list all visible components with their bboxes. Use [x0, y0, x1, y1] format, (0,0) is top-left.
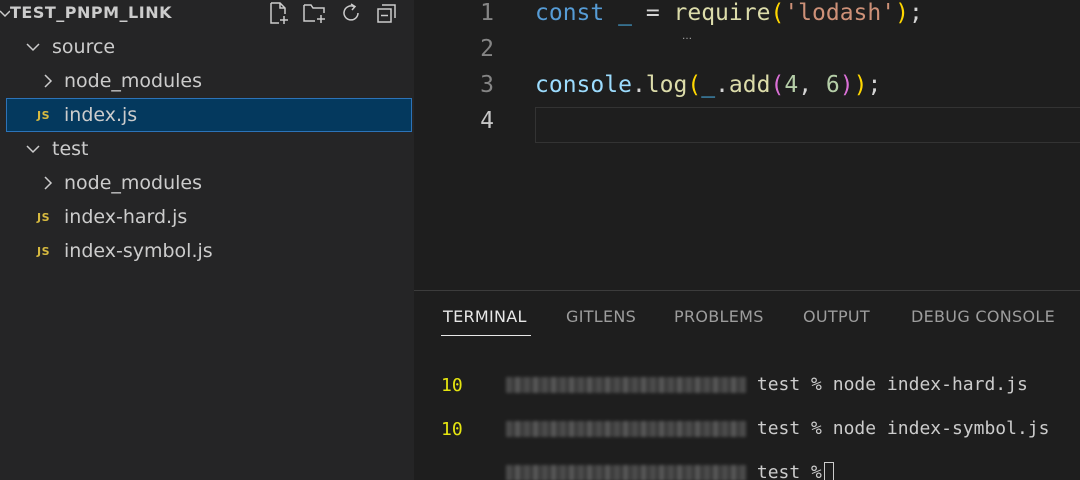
tree-file-index-symbol-js[interactable]: JS index-symbol.js: [0, 234, 414, 268]
explorer-title: TEST_PNPM_LINK: [10, 3, 172, 22]
code-token: log: [645, 72, 688, 98]
line-number: 1: [480, 0, 494, 26]
terminal-line: test % node index-symbol.js: [441, 397, 1049, 439]
redacted-prompt: [506, 465, 747, 480]
refresh-icon[interactable]: [338, 0, 364, 26]
code-token: _: [618, 0, 632, 26]
prompt: test %: [756, 374, 822, 395]
code-token: 4: [784, 72, 799, 98]
tree-file-index-js[interactable]: JS index.js: [6, 98, 412, 132]
line-number: 2: [480, 36, 494, 62]
terminal-output: 10: [441, 419, 463, 440]
tab-terminal[interactable]: TERMINAL: [443, 307, 527, 326]
tree-folder-node-modules[interactable]: node_modules: [0, 64, 414, 98]
code-line-3[interactable]: 3 console.log(_.add(4, 6));: [414, 72, 1080, 108]
new-file-icon[interactable]: [266, 0, 292, 26]
terminal[interactable]: test % node index-hard.js 10 test % node…: [414, 341, 1080, 480]
chevron-right-icon[interactable]: [41, 74, 55, 88]
code-line-4[interactable]: 4: [414, 108, 1080, 144]
js-file-icon: JS: [37, 108, 51, 122]
command: node index-symbol.js: [821, 418, 1050, 439]
tab-output[interactable]: OUTPUT: [803, 307, 870, 326]
code-token: ): [895, 0, 909, 26]
tree-folder-source[interactable]: source: [0, 30, 414, 64]
code-token: ,: [798, 72, 826, 98]
prompt: test %: [756, 418, 822, 439]
redacted-prompt: [506, 421, 747, 437]
file-tree: source node_modules JS index.js test nod…: [0, 30, 414, 268]
chevron-right-icon[interactable]: [41, 176, 55, 190]
code-token: ): [839, 72, 854, 98]
code-token: 6: [825, 72, 840, 98]
tree-item-label: source: [52, 36, 116, 58]
line-number: 3: [480, 72, 494, 98]
code-token: add: [728, 72, 771, 98]
tree-folder-test[interactable]: test: [0, 132, 414, 166]
tree-item-label: index.js: [64, 104, 138, 126]
code-line-2[interactable]: 2: [414, 36, 1080, 72]
js-file-icon: JS: [37, 210, 51, 224]
code-line-1[interactable]: 1 const _ = require('lodash');: [414, 0, 1080, 36]
tab-debug-console[interactable]: DEBUG CONSOLE: [911, 307, 1055, 326]
code-token: ): [853, 72, 868, 98]
terminal-line: test % node index-hard.js: [441, 353, 1028, 395]
js-file-icon: JS: [37, 244, 51, 258]
explorer-header[interactable]: TEST_PNPM_LINK: [0, 0, 414, 30]
explorer-sidebar: TEST_PNPM_LINK source node_modules JS in…: [0, 0, 414, 480]
explorer-actions: [266, 0, 400, 28]
tree-file-index-hard-js[interactable]: JS index-hard.js: [0, 200, 414, 234]
code-token: 'lodash': [784, 0, 896, 26]
tree-folder-node-modules[interactable]: node_modules: [0, 166, 414, 200]
code-token: _: [701, 72, 716, 98]
tree-item-label: index-hard.js: [64, 206, 188, 228]
prompt: test %: [756, 462, 822, 480]
code-token: =: [631, 0, 674, 26]
collapse-all-icon[interactable]: [374, 0, 400, 26]
command: node index-hard.js: [821, 374, 1028, 395]
chevron-down-icon[interactable]: [26, 142, 40, 156]
chevron-down-icon[interactable]: [0, 2, 11, 28]
code-content[interactable]: const _ = require('lodash');: [535, 0, 923, 26]
tree-item-label: node_modules: [64, 172, 203, 194]
tree-item-label: node_modules: [64, 70, 203, 92]
tree-item-label: index-symbol.js: [64, 240, 213, 262]
bottom-panel: TERMINAL GITLENS PROBLEMS OUTPUT DEBUG C…: [414, 290, 1080, 480]
code-editor[interactable]: 1 const _ = require('lodash'); … 2 3 con…: [414, 0, 1080, 290]
panel-tabs: TERMINAL GITLENS PROBLEMS OUTPUT DEBUG C…: [414, 291, 1080, 341]
code-token: (: [770, 72, 785, 98]
code-token: (: [687, 72, 702, 98]
tab-problems[interactable]: PROBLEMS: [674, 307, 764, 326]
code-content[interactable]: console.log(_.add(4, 6));: [535, 72, 881, 98]
active-tab-indicator: [441, 335, 531, 336]
redacted-prompt: [506, 377, 747, 393]
code-token: .: [631, 72, 646, 98]
code-token: ;: [867, 72, 882, 98]
code-token: console: [535, 72, 632, 98]
terminal-line[interactable]: test %: [441, 441, 834, 480]
code-token: ;: [908, 0, 923, 26]
code-token: .: [715, 72, 729, 98]
code-token: require: [673, 0, 771, 26]
code-token: (: [770, 0, 785, 26]
code-token: const: [535, 0, 605, 26]
chevron-down-icon[interactable]: [26, 40, 40, 54]
new-folder-icon[interactable]: [302, 0, 328, 26]
terminal-output: 10: [441, 375, 463, 396]
tree-item-label: test: [52, 138, 89, 160]
line-number: 4: [480, 108, 494, 134]
tab-gitlens[interactable]: GITLENS: [566, 307, 636, 326]
terminal-cursor: [823, 462, 834, 480]
